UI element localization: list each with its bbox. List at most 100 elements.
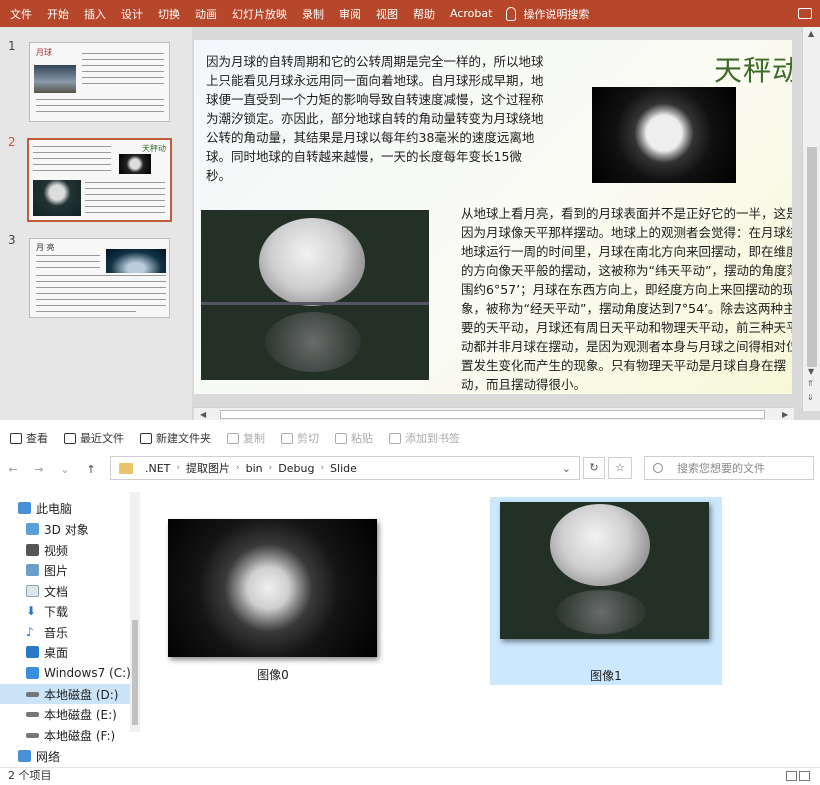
folder-icon [119,462,133,474]
nav-item-documents[interactable]: 文档 [26,581,68,601]
breadcrumb-segment[interactable]: Debug [278,462,314,475]
nav-item-downloads[interactable]: ⬇ 下载 [26,601,68,621]
tab-record[interactable]: 录制 [302,6,324,22]
tab-file[interactable]: 文件 [10,6,32,22]
nav-item-videos[interactable]: 视频 [26,540,68,560]
details-view-icon[interactable] [786,771,797,781]
nav-item-pictures[interactable]: 图片 [26,560,68,580]
nav-item-desktop[interactable]: 桌面 [26,642,68,662]
file-item[interactable]: 图像0 [167,517,379,683]
chevron-down-icon[interactable]: ⌄ [562,462,571,475]
thumbnail-image [119,154,151,174]
slide-thumbnail-3[interactable]: 月 亮 [29,238,170,318]
status-bar: 2 个项目 [0,767,820,783]
thumbnail-number: 3 [8,233,16,247]
vertical-scrollbar[interactable]: ▲ ▼ ⇑ ⇓ [802,27,820,411]
moon-photo-small[interactable] [592,87,736,183]
scrollbar-thumb[interactable] [220,410,765,419]
thumbnail-image [106,249,166,273]
music-icon: ♪ [26,625,34,639]
nav-item-drive-f[interactable]: 本地磁盘 (F:) [26,725,115,745]
tell-me-search[interactable]: 操作说明搜索 [523,6,589,22]
nav-item-drive-e[interactable]: 本地磁盘 (E:) [26,704,117,724]
comments-icon[interactable] [798,8,812,19]
search-icon [653,463,663,473]
drive-icon [26,732,39,738]
cube-icon [26,523,39,535]
scrollbar-thumb[interactable] [807,147,817,367]
thumbnail-number: 2 [8,135,16,149]
cut-button[interactable]: 剪切 [281,430,319,446]
drive-icon [26,711,39,717]
tab-help[interactable]: 帮助 [413,6,435,22]
desktop-icon [26,646,39,658]
breadcrumb-segment[interactable]: 提取图片 [186,460,230,476]
scrollbar-thumb[interactable] [132,620,138,725]
lightbulb-icon [506,6,517,21]
paste-button[interactable]: 粘贴 [335,430,373,446]
thumbnail-title: 天秤动 [142,144,166,153]
cut-icon [281,432,293,444]
explorer-toolbar: 查看 最近文件 新建文件夹 复制 剪切 粘贴 添加到书签 [0,426,820,450]
recent-icon [64,432,76,444]
tab-review[interactable]: 审阅 [339,6,361,22]
drive-icon [26,691,39,697]
file-name: 图像1 [590,669,622,683]
slide-thumbnail-2[interactable]: 天秤动 [27,138,172,222]
copy-button[interactable]: 复制 [227,430,265,446]
horizontal-scrollbar[interactable]: ◀ ▶ [194,407,794,420]
view-button[interactable]: 查看 [10,430,48,446]
nav-item-music[interactable]: ♪ 音乐 [26,622,68,642]
slide-thumbnail-1[interactable]: 月球 [29,42,170,122]
tab-view[interactable]: 视图 [376,6,398,22]
slide-editor: 天秤动 因为月球的自转周期和它的公转周期是完全一样的，所以地球上只能看见月球永远… [192,27,820,420]
breadcrumb-segment[interactable]: .NET [145,462,170,475]
file-item-selected[interactable]: 图像1 [490,497,722,685]
tab-slideshow[interactable]: 幻灯片放映 [232,6,287,22]
tab-transitions[interactable]: 切换 [158,6,180,22]
download-icon: ⬇ [26,604,37,618]
nav-item-drive-c[interactable]: Windows7 (C:) [26,663,131,683]
document-icon [26,585,39,597]
tab-acrobat[interactable]: Acrobat [450,7,492,20]
nav-item-network[interactable]: 网络 [18,749,60,763]
windows-drive-icon [26,667,39,679]
nav-scrollbar[interactable] [130,492,140,732]
moon-photo-tunnel[interactable] [201,210,429,380]
slide-paragraph-2[interactable]: 从地球上看月亮，看到的月球表面并不是正好它的一半，这是因为月球像天平那样摆动。地… [461,204,792,394]
up-icon[interactable]: ↑ [78,463,104,476]
slide-title[interactable]: 天秤动 [714,49,792,89]
bookmark-button[interactable]: 添加到书签 [389,430,460,446]
tab-design[interactable]: 设计 [121,6,143,22]
new-folder-icon [140,432,152,444]
thumbnail-image [33,180,81,216]
nav-item-this-pc[interactable]: 此电脑 [18,498,72,518]
network-icon [18,750,31,762]
item-count: 2 个项目 [8,769,52,782]
new-folder-button[interactable]: 新建文件夹 [140,430,211,446]
slide-thumbnail-pane: 1 月球 2 天秤动 3 月 亮 [0,27,192,420]
nav-item-3d-objects[interactable]: 3D 对象 [26,519,89,539]
breadcrumb[interactable]: .NET › 提取图片 › bin › Debug › Slide ⌄ [110,456,580,480]
slide-paragraph-1[interactable]: 因为月球的自转周期和它的公转周期是完全一样的，所以地球上只能看见月球永远用同一面… [206,52,546,185]
view-mode-toggle[interactable] [784,770,812,781]
recent-files-button[interactable]: 最近文件 [64,430,124,446]
copy-icon [227,432,239,444]
tab-home[interactable]: 开始 [47,6,69,22]
slide-canvas[interactable]: 天秤动 因为月球的自转周期和它的公转周期是完全一样的，所以地球上只能看见月球永远… [194,40,792,394]
nav-item-drive-d[interactable]: 本地磁盘 (D:) [0,684,130,704]
back-icon[interactable]: ← [0,463,26,476]
refresh-icon[interactable]: ↻ [583,457,605,479]
thumbnail-title: 月 亮 [36,243,55,252]
computer-icon [18,502,31,514]
bookmark-star-icon[interactable]: ☆ [608,457,632,479]
search-input[interactable]: 搜索您想要的文件 [644,456,814,480]
breadcrumb-segment[interactable]: bin [246,462,263,475]
large-icons-view-icon[interactable] [799,771,810,781]
forward-icon[interactable]: → [26,463,52,476]
tab-animations[interactable]: 动画 [195,6,217,22]
breadcrumb-segment[interactable]: Slide [330,462,357,475]
tab-insert[interactable]: 插入 [84,6,106,22]
file-name: 图像0 [257,668,289,682]
history-dropdown-icon[interactable]: ⌄ [52,463,78,476]
